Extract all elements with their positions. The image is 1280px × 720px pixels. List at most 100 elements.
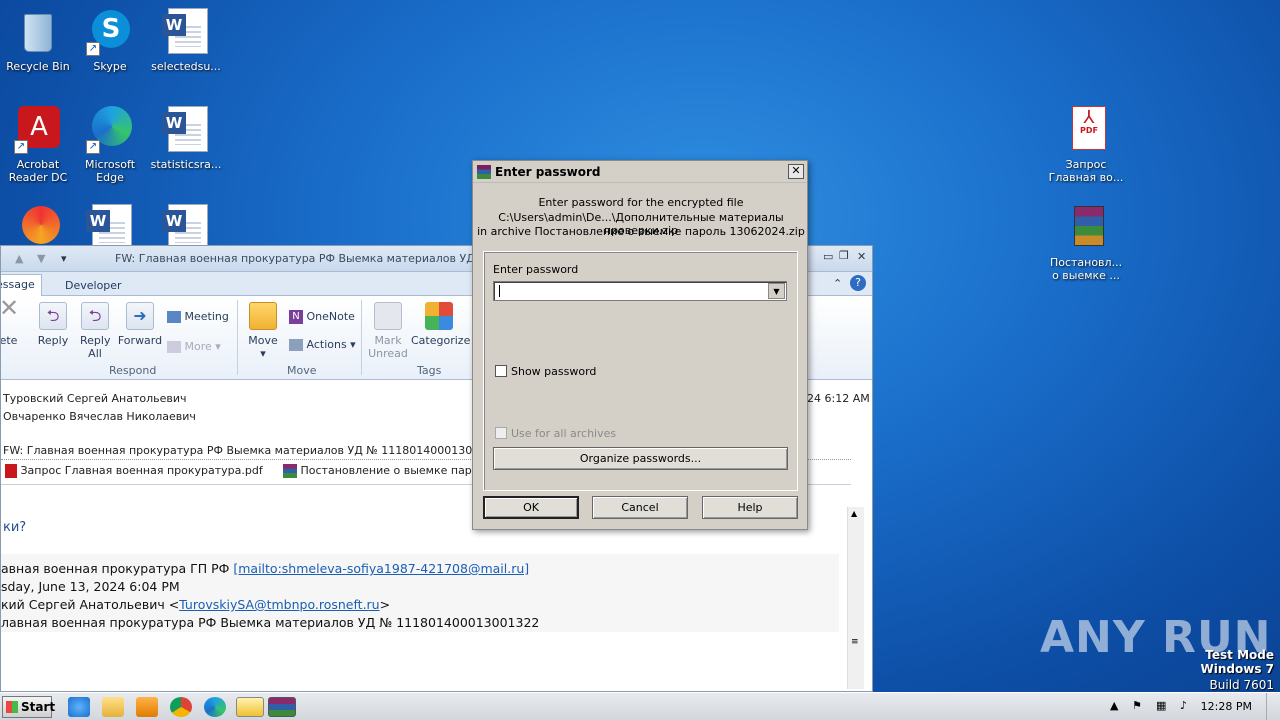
message-subject: FW: Главная военная прокуратура РФ Выемк… bbox=[3, 444, 508, 457]
reply-all-button[interactable]: ⮌ Reply All bbox=[77, 302, 113, 360]
tray-network-icon[interactable]: ▦ bbox=[1156, 699, 1166, 712]
desktop-icon-label: Запрос Главная во... bbox=[1048, 158, 1124, 184]
show-password-checkbox[interactable] bbox=[495, 365, 507, 377]
build-label: Build 7601 bbox=[1209, 678, 1274, 692]
forward-icon: ➜ bbox=[126, 302, 154, 330]
taskbar: Start ▲ ⚑ ▦ ♪ 12:28 PM bbox=[0, 692, 1280, 720]
explorer-icon[interactable] bbox=[102, 697, 124, 717]
mark-unread-button[interactable]: Mark Unread bbox=[367, 302, 409, 360]
move-folder-icon bbox=[249, 302, 277, 330]
tab-developer[interactable]: Developer bbox=[59, 276, 128, 295]
password-input[interactable] bbox=[493, 281, 787, 301]
help-icon[interactable]: ? bbox=[850, 275, 866, 291]
help-button[interactable]: Help bbox=[702, 496, 798, 519]
tray-volume-icon[interactable]: ♪ bbox=[1180, 699, 1187, 712]
dialog-message-line-3: in archive Постановление о выемке пароль… bbox=[477, 225, 805, 238]
outlook-taskbar-icon[interactable] bbox=[236, 697, 264, 717]
mailto-link[interactable]: [mailto:shmeleva-sofiya1987-421708@mail.… bbox=[233, 561, 529, 576]
dialog-close-button[interactable]: ✕ bbox=[788, 164, 804, 179]
move-button[interactable]: Move ▾ bbox=[245, 302, 281, 360]
message-to: Овчаренко Вячеслав Николаевич bbox=[3, 410, 196, 423]
nav-up-icon[interactable]: ▲ bbox=[15, 252, 23, 265]
scroll-up-icon[interactable]: ▲ bbox=[851, 509, 857, 518]
pdf-badge: PDF bbox=[1080, 126, 1098, 135]
actions-icon bbox=[289, 339, 303, 351]
delete-icon: ✕ bbox=[0, 294, 20, 322]
word-document-icon: W bbox=[162, 106, 210, 154]
desktop-icon-word-doc-1[interactable]: W selectedsu... bbox=[148, 8, 224, 73]
edge-taskbar-icon[interactable] bbox=[204, 697, 226, 717]
meeting-button[interactable]: Meeting bbox=[167, 310, 229, 323]
onenote-button[interactable]: N OneNote bbox=[289, 310, 355, 324]
ribbon-separator bbox=[361, 300, 362, 375]
desktop-icon-winrar-archive[interactable]: Постановл... о выемке ... bbox=[1048, 204, 1124, 282]
group-move-label: Move bbox=[287, 364, 317, 377]
body-line-3: sday, June 13, 2024 6:04 PM bbox=[1, 579, 180, 594]
winrar-taskbar-icon[interactable] bbox=[268, 697, 296, 717]
winrar-icon bbox=[477, 165, 491, 179]
nav-down-icon[interactable]: ▼ bbox=[37, 252, 45, 265]
use-for-all-archives-checkbox[interactable] bbox=[495, 427, 507, 439]
ribbon-collapse-icon[interactable]: ⌃ bbox=[833, 277, 842, 290]
body-line-2: авная военная прокуратура ГП РФ [mailto:… bbox=[1, 561, 530, 576]
group-tags-label: Tags bbox=[417, 364, 442, 377]
desktop-icon-label: Acrobat Reader DC bbox=[8, 158, 68, 184]
reply-icon: ⮌ bbox=[39, 302, 67, 330]
winrar-attachment-icon bbox=[283, 464, 297, 478]
dialog-title-bar: Enter password ✕ bbox=[473, 161, 807, 183]
actions-button[interactable]: Actions ▾ bbox=[289, 338, 356, 351]
message-from: Туровский Сергей Анатольевич bbox=[3, 392, 187, 405]
password-field-label: Enter password bbox=[493, 263, 579, 276]
tray-flag-icon[interactable]: ⚑ bbox=[1132, 699, 1142, 712]
desktop-icon-label: Skype bbox=[93, 60, 127, 73]
start-button[interactable]: Start bbox=[2, 696, 55, 718]
more-icon bbox=[167, 341, 181, 353]
ok-button[interactable]: OK bbox=[483, 496, 579, 519]
password-history-dropdown[interactable]: ▼ bbox=[768, 283, 785, 299]
group-respond-label: Respond bbox=[109, 364, 157, 377]
media-player-icon[interactable] bbox=[136, 697, 158, 717]
more-button[interactable]: More ▾ bbox=[167, 340, 221, 353]
desktop-icon-edge[interactable]: ↗ Microsoft Edge bbox=[72, 106, 148, 184]
email-link[interactable]: TurovskiySA@tmbnpo.rosneft.ru bbox=[179, 597, 379, 612]
attachment-pdf[interactable]: Запрос Главная военная прокуратура.pdf bbox=[5, 464, 263, 478]
attachment-archive[interactable]: Постановление о выемке парол bbox=[283, 464, 486, 478]
delete-button[interactable]: ✕ lete bbox=[1, 296, 19, 347]
desktop-icon-acrobat[interactable]: A ↗ Acrobat Reader DC bbox=[0, 106, 76, 184]
minimize-icon[interactable]: ▭ bbox=[823, 250, 833, 263]
desktop-icon-skype[interactable]: S ↗ Skype bbox=[72, 8, 148, 73]
desktop-icon-pdf-request[interactable]: ⅄ PDF Запрос Главная во... bbox=[1048, 106, 1124, 184]
ribbon-separator bbox=[237, 300, 238, 375]
ie-icon[interactable] bbox=[68, 697, 90, 717]
desktop-icon-word-doc-2[interactable]: W statisticsra... bbox=[148, 106, 224, 171]
desktop-icon-label: statisticsra... bbox=[150, 158, 222, 171]
tray-expand-icon[interactable]: ▲ bbox=[1110, 699, 1118, 712]
show-desktop-button[interactable] bbox=[1266, 693, 1280, 720]
desktop-icon-recycle-bin[interactable]: Recycle Bin bbox=[0, 8, 76, 73]
reply-button[interactable]: ⮌ Reply bbox=[35, 302, 71, 347]
pdf-attachment-icon bbox=[5, 464, 17, 478]
scroll-thumb[interactable]: ≡ bbox=[851, 637, 859, 647]
maximize-icon[interactable]: ❐ bbox=[839, 249, 849, 262]
categorize-button[interactable]: Categorize bbox=[411, 302, 470, 347]
body-line-4: кий Сергей Анатольевич <TurovskiySA@tmbn… bbox=[1, 597, 391, 612]
message-scrollbar[interactable]: ▲ ≡ bbox=[847, 507, 864, 689]
enter-password-dialog: Enter password ✕ Enter password for the … bbox=[472, 160, 808, 530]
close-icon[interactable]: ✕ bbox=[857, 250, 866, 263]
use-for-all-archives-label: Use for all archives bbox=[511, 427, 617, 440]
word-document-icon: W bbox=[162, 8, 210, 56]
shortcut-arrow-icon: ↗ bbox=[86, 140, 100, 154]
dialog-title: Enter password bbox=[495, 165, 601, 179]
cancel-button[interactable]: Cancel bbox=[592, 496, 688, 519]
onenote-icon: N bbox=[289, 310, 303, 324]
organize-passwords-button[interactable]: Organize passwords... bbox=[493, 447, 788, 470]
message-date: 24 6:12 AM bbox=[807, 392, 870, 405]
quick-access-dropdown-icon[interactable]: ▾ bbox=[61, 252, 67, 265]
reply-all-icon: ⮌ bbox=[81, 302, 109, 330]
taskbar-clock[interactable]: 12:28 PM bbox=[1201, 700, 1252, 713]
acrobat-icon: A ↗ bbox=[14, 106, 62, 154]
chrome-icon[interactable] bbox=[170, 697, 192, 717]
skype-icon: S ↗ bbox=[86, 8, 134, 56]
dialog-message-line-1: Enter password for the encrypted file bbox=[538, 196, 744, 209]
forward-button[interactable]: ➜ Forward bbox=[117, 302, 163, 347]
